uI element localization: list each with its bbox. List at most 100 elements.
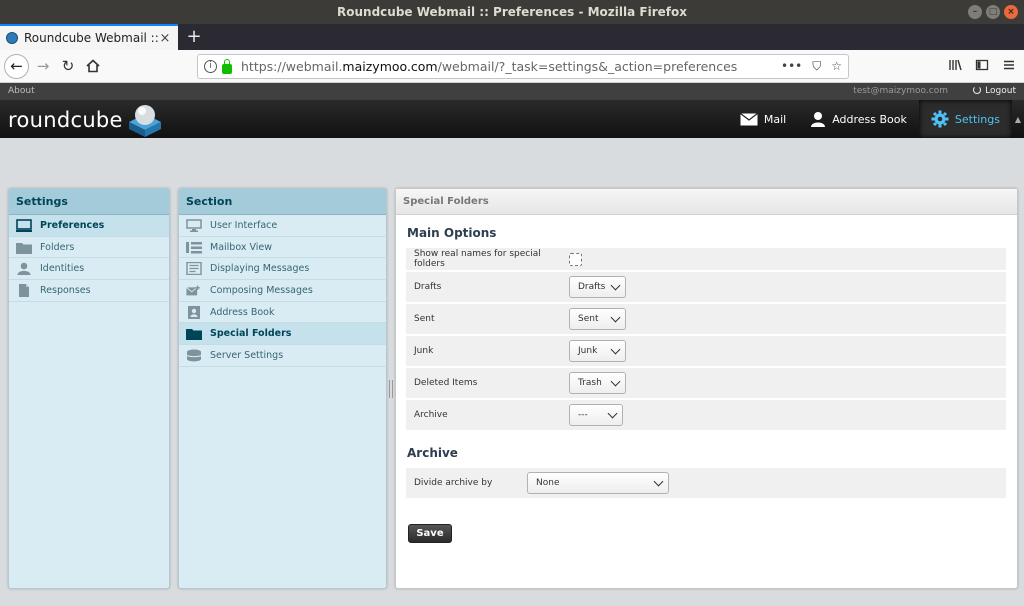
junk-label: Junk <box>414 346 434 356</box>
close-window-button[interactable]: × <box>1004 5 1018 19</box>
section-item-user-interface[interactable]: User Interface <box>179 215 386 237</box>
nav-settings[interactable]: Settings <box>918 100 1012 138</box>
chevron-down-icon <box>607 408 618 419</box>
settings-item-responses[interactable]: Responses <box>9 280 169 302</box>
main-options-legend: Main Options <box>407 226 497 240</box>
page-actions-icon[interactable]: ••• <box>781 59 802 74</box>
navigation-toolbar: ← → ↻ i https://webmail.maizymoo.com/web… <box>0 50 1024 83</box>
drafts-select[interactable]: Drafts <box>569 276 626 298</box>
app-header: roundcube Mail Address Book Settings ▲ <box>0 100 1024 138</box>
roundcube-logo[interactable]: roundcube <box>8 102 164 138</box>
url-text[interactable]: https://webmail.maizymoo.com/webmail/?_t… <box>241 59 781 74</box>
row-sent: Sent Sent <box>406 304 1006 334</box>
section-item-displaying-messages[interactable]: Displaying Messages <box>179 258 386 281</box>
section-item-label: Displaying Messages <box>210 263 310 275</box>
roundcube-favicon-icon <box>6 32 18 44</box>
minimize-button[interactable]: – <box>968 5 982 19</box>
archive-select[interactable]: --- <box>569 404 623 426</box>
nav-address-book[interactable]: Address Book <box>798 100 919 138</box>
tab-close-icon[interactable]: × <box>158 31 172 46</box>
row-drafts: Drafts Drafts <box>406 272 1006 302</box>
settings-item-label: Folders <box>40 241 75 253</box>
section-item-composing-messages[interactable]: Composing Messages <box>179 280 386 302</box>
section-item-special-folders[interactable]: Special Folders <box>179 323 386 346</box>
archive-legend: Archive <box>407 446 458 460</box>
sent-select-value: Sent <box>578 314 599 324</box>
sent-label: Sent <box>414 314 435 324</box>
folder-dark-icon <box>186 329 202 341</box>
nav-mail-label: Mail <box>763 112 787 126</box>
new-tab-button[interactable]: + <box>184 26 204 48</box>
archive-label: Archive <box>414 410 448 420</box>
back-button[interactable]: ← <box>4 54 29 79</box>
settings-item-label: Responses <box>40 284 91 296</box>
settings-panel-title: Settings <box>9 189 169 215</box>
forward-button[interactable]: → <box>33 56 53 76</box>
nav-mail[interactable]: Mail <box>728 100 798 138</box>
drafts-label: Drafts <box>414 282 442 292</box>
about-link[interactable]: About <box>8 83 35 100</box>
menu-icon[interactable] <box>1002 58 1016 72</box>
folder-icon <box>16 242 32 254</box>
username: test@maizymoo.com <box>853 86 948 96</box>
section-item-label: Special Folders <box>210 328 292 340</box>
url-prefix: https://webmail. <box>241 59 343 74</box>
caret-up-icon: ▲ <box>1014 114 1022 124</box>
settings-item-identities[interactable]: Identities <box>9 258 169 281</box>
top-navigation: Mail Address Book Settings ▲ <box>728 100 1024 138</box>
reload-button[interactable]: ↻ <box>58 56 78 76</box>
row-deleted-items: Deleted Items Trash <box>406 368 1006 398</box>
chevron-down-icon <box>653 476 664 487</box>
home-button[interactable] <box>83 56 103 76</box>
identity-icon <box>17 262 31 276</box>
lock-icon <box>222 58 232 74</box>
library-icon[interactable] <box>948 58 962 72</box>
section-item-mailbox-view[interactable]: Mailbox View <box>179 237 386 259</box>
pocket-icon[interactable]: ⛉ <box>812 59 821 74</box>
browser-tab[interactable]: Roundcube Webmail :: P × <box>0 24 178 50</box>
divide-archive-label: Divide archive by <box>414 478 493 488</box>
maximize-button[interactable]: □ <box>986 5 1000 19</box>
show-real-names-label: Show real names for special folders <box>414 249 541 269</box>
bookmark-star-icon[interactable]: ☆ <box>831 59 842 74</box>
section-item-label: Address Book <box>210 306 275 318</box>
section-item-address-book[interactable]: Address Book <box>179 302 386 324</box>
junk-select-value: Junk <box>578 346 598 356</box>
info-icon[interactable]: i <box>204 60 217 73</box>
settings-item-preferences[interactable]: Preferences <box>9 215 169 237</box>
archive-select-value: --- <box>578 410 588 420</box>
section-item-label: Server Settings <box>210 349 284 361</box>
window-titlebar: Roundcube Webmail :: Preferences - Mozil… <box>0 0 1024 24</box>
url-domain: maizymoo.com <box>342 59 438 74</box>
section-item-server-settings[interactable]: Server Settings <box>179 345 386 367</box>
show-real-names-checkbox[interactable] <box>569 252 582 266</box>
chevron-down-icon <box>610 312 621 323</box>
nav-menu-caret[interactable]: ▲ <box>1012 100 1024 138</box>
url-bar[interactable]: i https://webmail.maizymoo.com/webmail/?… <box>197 54 849 79</box>
cube-logo-icon <box>128 105 161 137</box>
arrow-left-icon: ← <box>10 57 23 75</box>
home-icon <box>86 59 100 73</box>
row-divide-archive: Divide archive by None <box>406 468 1006 498</box>
sidebar-icon[interactable] <box>975 58 989 72</box>
panel-splitter[interactable] <box>389 380 393 398</box>
deleted-items-select[interactable]: Trash <box>569 372 626 394</box>
section-item-label: Composing Messages <box>210 284 313 296</box>
junk-select[interactable]: Junk <box>569 340 626 362</box>
row-archive: Archive --- <box>406 400 1006 430</box>
window-controls: – □ × <box>968 5 1018 19</box>
section-item-label: Mailbox View <box>210 241 273 253</box>
drafts-select-value: Drafts <box>578 282 606 292</box>
logout-link[interactable]: Logout <box>973 83 1016 100</box>
message-view-icon <box>186 262 202 276</box>
top-line: About test@maizymoo.com Logout <box>0 83 1024 100</box>
settings-item-folders[interactable]: Folders <box>9 237 169 259</box>
save-button[interactable]: Save <box>408 524 452 543</box>
document-icon <box>19 283 29 297</box>
toolbar-right <box>948 58 1016 72</box>
section-item-label: User Interface <box>210 219 278 231</box>
sent-select[interactable]: Sent <box>569 308 626 330</box>
person-icon <box>811 112 826 127</box>
addressbook-icon <box>188 305 200 319</box>
divide-archive-select[interactable]: None <box>527 472 669 494</box>
